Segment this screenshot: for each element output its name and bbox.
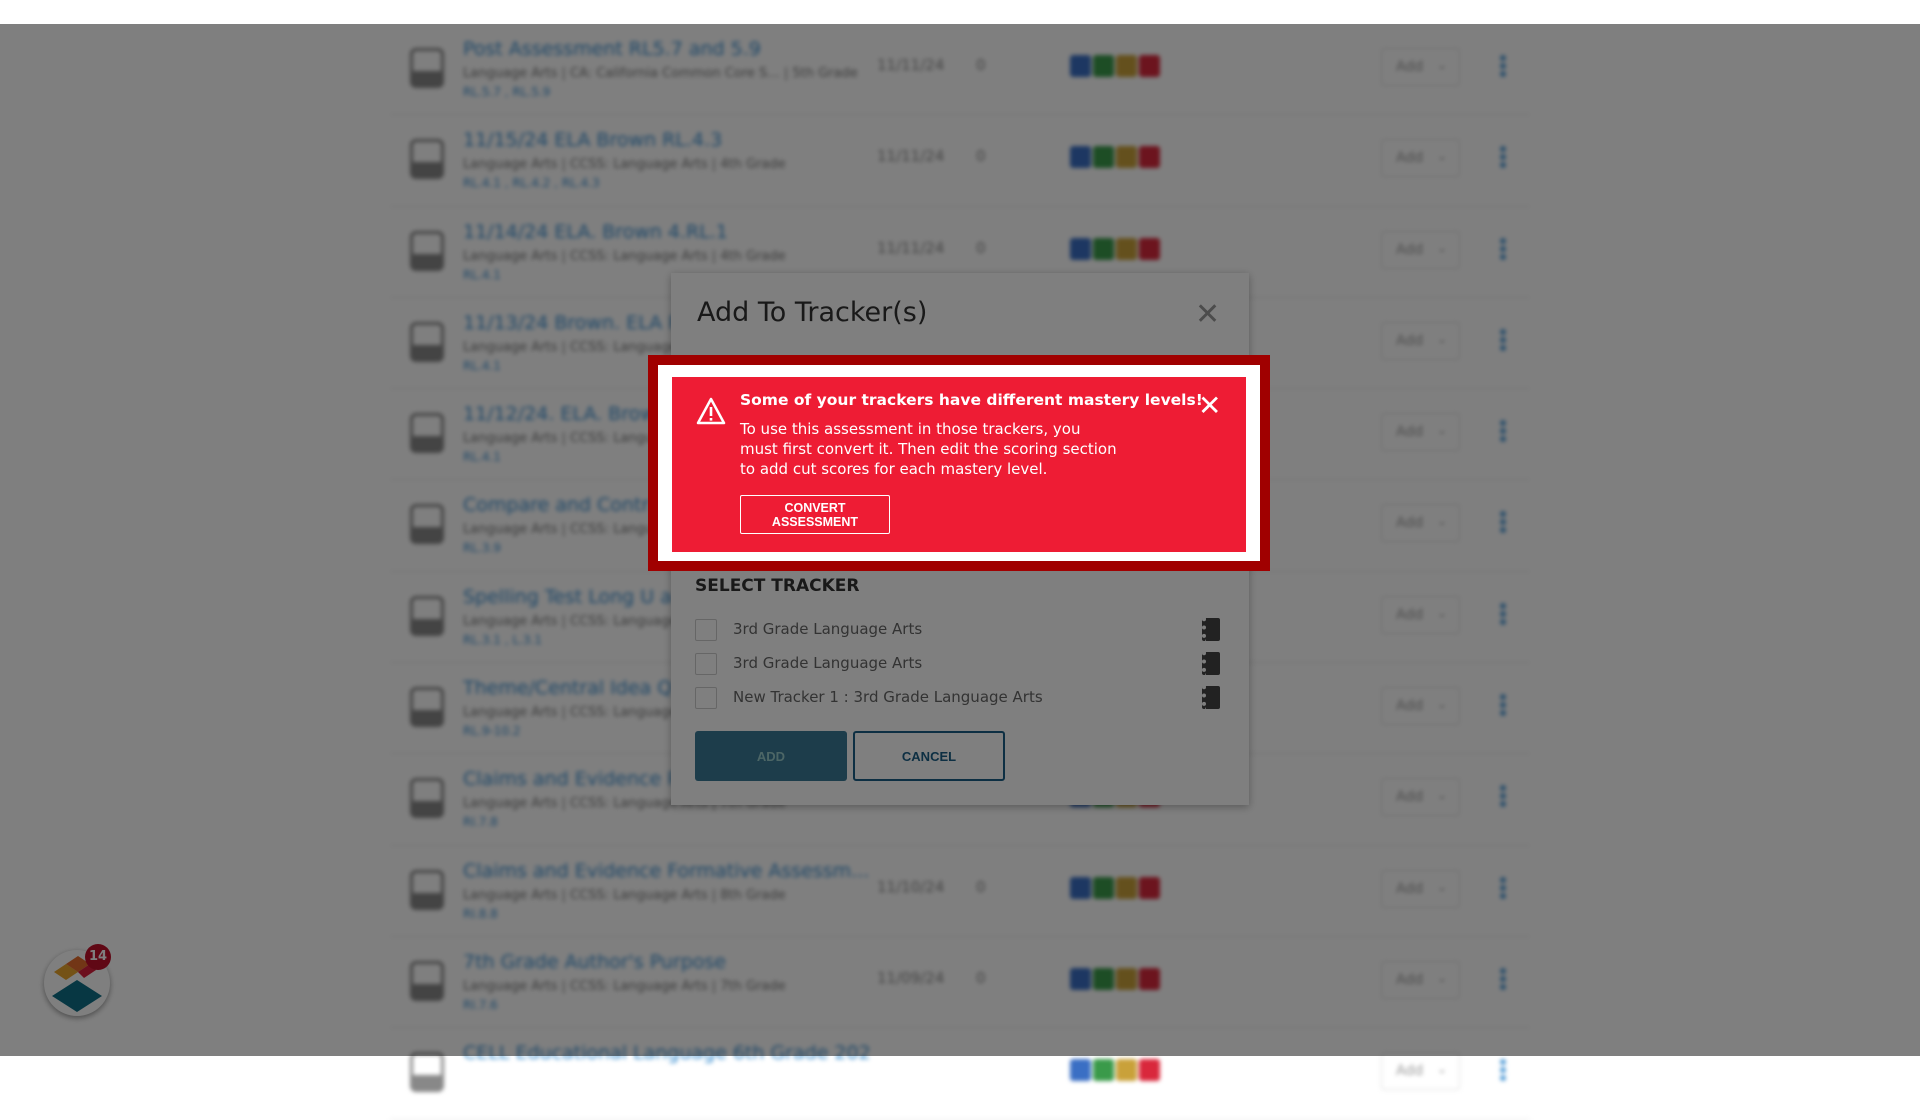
assessment-icon [410, 1052, 444, 1093]
highlight-frame: Some of your trackers have different mas… [648, 355, 1270, 571]
mastery-badge [1093, 1059, 1114, 1082]
add-dropdown-label: Add [1396, 1063, 1424, 1080]
alert-heading: Some of your trackers have different mas… [740, 391, 1203, 409]
convert-assessment-button[interactable]: CONVERT ASSESSMENT [740, 495, 890, 534]
alert-close-icon[interactable]: ✕ [1198, 389, 1221, 422]
chevron-down-icon: ⌄ [1436, 1062, 1447, 1077]
warning-icon [696, 397, 726, 425]
mastery-badge [1070, 1059, 1091, 1082]
mastery-badge [1139, 1059, 1160, 1082]
more-options-icon[interactable] [1500, 1058, 1506, 1083]
alert-body: To use this assessment in those trackers… [740, 420, 1117, 478]
mastery-badge [1116, 1059, 1137, 1082]
add-dropdown[interactable]: Add ⌄ [1381, 1052, 1460, 1091]
mastery-warning-alert: Some of your trackers have different mas… [672, 377, 1246, 552]
mastery-badges [1070, 1059, 1160, 1082]
